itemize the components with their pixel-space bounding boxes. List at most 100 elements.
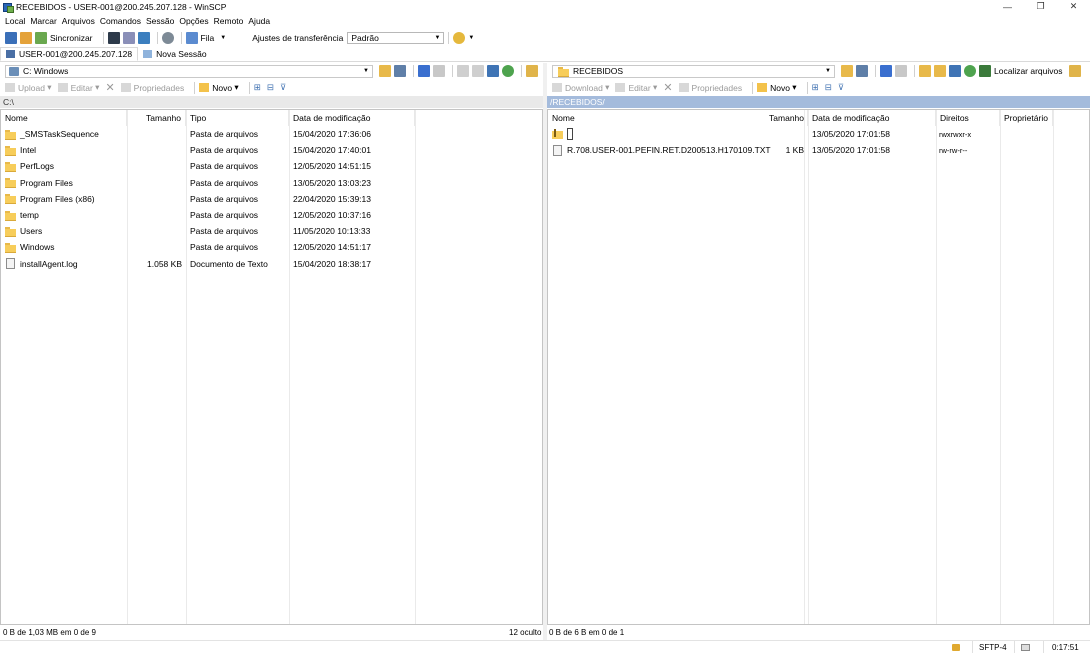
- column-header-type[interactable]: Tipo: [186, 110, 289, 126]
- close-button[interactable]: ✕: [1057, 0, 1090, 13]
- compare-directories-icon[interactable]: [5, 32, 17, 44]
- file-type: Pasta de arquivos: [190, 129, 259, 139]
- back-arrow-icon[interactable]: [418, 65, 430, 77]
- tab-new-session[interactable]: Nova Sessão: [138, 47, 212, 61]
- synchronize-browsing-icon[interactable]: [20, 32, 32, 44]
- new-button[interactable]: Novo ▾: [757, 82, 797, 93]
- find-files-icon[interactable]: [526, 65, 538, 77]
- putty-icon[interactable]: [122, 32, 135, 44]
- settings-gear-icon[interactable]: [161, 32, 174, 44]
- table-row[interactable]: Intel Pasta de arquivos 15/04/2020 17:40:0…: [1, 142, 542, 158]
- menu-arquivos[interactable]: Arquivos: [62, 16, 95, 26]
- queue-button[interactable]: Fila: [201, 33, 215, 43]
- menu-ajuda[interactable]: Ajuda: [248, 16, 270, 26]
- filter-select-button[interactable]: ⊽: [280, 82, 286, 93]
- back-arrow-icon[interactable]: [880, 65, 892, 77]
- delete-button[interactable]: ✕: [663, 81, 672, 94]
- properties-button[interactable]: Propriedades: [120, 83, 184, 93]
- console-icon[interactable]: [107, 32, 120, 44]
- local-drive-select[interactable]: C: Windows ▼: [5, 64, 373, 78]
- local-file-list[interactable]: Nome Tamanho Tipo Data de modificação _S…: [0, 109, 543, 625]
- preferences-icon[interactable]: [137, 32, 150, 44]
- file-modified: 13/05/2020 17:01:58: [812, 145, 890, 156]
- forward-arrow-icon[interactable]: [895, 65, 907, 77]
- edit-label: Editar: [628, 82, 651, 93]
- column-header-size[interactable]: Tamanho: [127, 110, 186, 126]
- file-type: Pasta de arquivos: [190, 145, 259, 156]
- menu-marcar[interactable]: Marcar: [30, 16, 56, 26]
- lock-icon[interactable]: [946, 641, 968, 653]
- transfer-settings-dropdown-icon[interactable]: ▼: [468, 35, 474, 41]
- transfer-preset-select[interactable]: Padrão ▼: [347, 32, 445, 44]
- file-name: _SMSTaskSequence: [20, 129, 99, 139]
- filter-icon[interactable]: [856, 65, 868, 77]
- table-row[interactable]: Windows Pasta de arquivos 12/05/2020 14:51…: [1, 239, 542, 255]
- table-row[interactable]: temp Pasta de arquivos 12/05/2020 10:37:16: [1, 207, 542, 223]
- filter-icon[interactable]: [394, 65, 406, 77]
- monitor-icon: [6, 50, 15, 58]
- window-controls: — ❐ ✕: [991, 0, 1090, 13]
- column-header-owner[interactable]: Proprietário: [1000, 110, 1053, 126]
- select-all-button[interactable]: ⊞: [812, 82, 819, 93]
- menu-comandos[interactable]: Comandos: [100, 16, 141, 26]
- remote-folder-select[interactable]: RECEBIDOS ▼: [552, 64, 835, 78]
- table-row[interactable]: Program Files Pasta de arquivos 13/05/2020…: [1, 175, 542, 191]
- parent-directory-icon[interactable]: [919, 65, 931, 77]
- table-row[interactable]: _SMSTaskSequence Pasta de arquivos 15/04/2…: [1, 126, 542, 142]
- open-folder-icon[interactable]: [841, 65, 853, 77]
- transfer-settings-icon[interactable]: [453, 32, 466, 44]
- synchronize-button[interactable]: Sincronizar: [50, 33, 93, 43]
- toolbar-separator: [413, 65, 414, 77]
- upload-button[interactable]: Upload ▾: [5, 82, 52, 93]
- delete-button[interactable]: ✕: [105, 81, 114, 94]
- file-name: Windows: [20, 242, 55, 253]
- local-panel: C: Windows ▼ Upload ▾ Editar ▾ ✕ Proprie…: [0, 63, 543, 640]
- column-header-modified[interactable]: Data de modificação: [808, 110, 936, 126]
- table-row[interactable]: 13/05/2020 17:01:58 rwxrwxr-x: [548, 126, 1089, 142]
- menu-local[interactable]: Local: [5, 16, 25, 26]
- root-directory-icon[interactable]: [934, 65, 946, 77]
- home-icon[interactable]: [487, 65, 499, 77]
- tab-session[interactable]: USER-001@200.245.207.128: [0, 47, 139, 61]
- edit-button[interactable]: Editar ▾: [615, 82, 657, 93]
- filter-select-button[interactable]: ⊽: [838, 82, 844, 93]
- find-files-button[interactable]: Localizar arquivos: [994, 66, 1063, 76]
- table-row[interactable]: installAgent.log 1.058 KB Documento de Tex…: [1, 256, 542, 272]
- table-row[interactable]: Program Files (x86) Pasta de arquivos 22/0…: [1, 191, 542, 207]
- file-name: Users: [20, 226, 43, 237]
- maximize-button[interactable]: ❐: [1024, 0, 1057, 13]
- menu-sessao[interactable]: Sessão: [146, 16, 174, 26]
- file-modified: 22/04/2020 15:39:13: [293, 193, 371, 204]
- toolbar-separator: [806, 81, 808, 94]
- parent-directory-icon[interactable]: [457, 65, 469, 77]
- unselect-button[interactable]: ⊟: [267, 82, 274, 93]
- column-header-size[interactable]: Tamanho: [744, 110, 808, 126]
- table-row[interactable]: R.708.USER-001.PEFIN.RET.D200513.H170109…: [548, 142, 1089, 158]
- open-folder-icon[interactable]: [379, 65, 391, 77]
- root-directory-icon[interactable]: [472, 65, 484, 77]
- unselect-button[interactable]: ⊟: [825, 82, 832, 93]
- download-button[interactable]: Download ▾: [552, 82, 609, 93]
- refresh-icon[interactable]: [502, 65, 514, 77]
- menu-opcoes[interactable]: Opções: [179, 16, 208, 26]
- select-all-button[interactable]: ⊞: [254, 82, 261, 93]
- minimize-button[interactable]: —: [991, 0, 1024, 13]
- local-hidden-status[interactable]: 12 oculto: [509, 628, 541, 637]
- properties-button[interactable]: Propriedades: [678, 83, 742, 93]
- table-row[interactable]: Users Pasta de arquivos 11/05/2020 10:13:3…: [1, 223, 542, 239]
- new-button[interactable]: Novo ▾: [199, 82, 239, 93]
- remote-file-list[interactable]: Nome Tamanho Data de modificação Direito…: [547, 109, 1090, 625]
- column-header-modified[interactable]: Data de modificação: [289, 110, 415, 126]
- menu-remoto[interactable]: Remoto: [214, 16, 244, 26]
- column-header-name[interactable]: Nome: [1, 110, 127, 126]
- refresh-icon[interactable]: [964, 65, 976, 77]
- title-bar: RECEBIDOS - USER-001@200.245.207.128 - W…: [0, 0, 1090, 13]
- table-row[interactable]: PerfLogs Pasta de arquivos 12/05/2020 14:5…: [1, 158, 542, 174]
- forward-arrow-icon[interactable]: [433, 65, 445, 77]
- edit-button[interactable]: Editar ▾: [57, 82, 99, 93]
- home-icon[interactable]: [949, 65, 961, 77]
- column-header-rights[interactable]: Direitos: [936, 110, 1000, 126]
- more-actions-icon[interactable]: [1068, 65, 1081, 77]
- queue-dropdown-icon[interactable]: ▼: [220, 35, 226, 41]
- file-size: [127, 207, 182, 223]
